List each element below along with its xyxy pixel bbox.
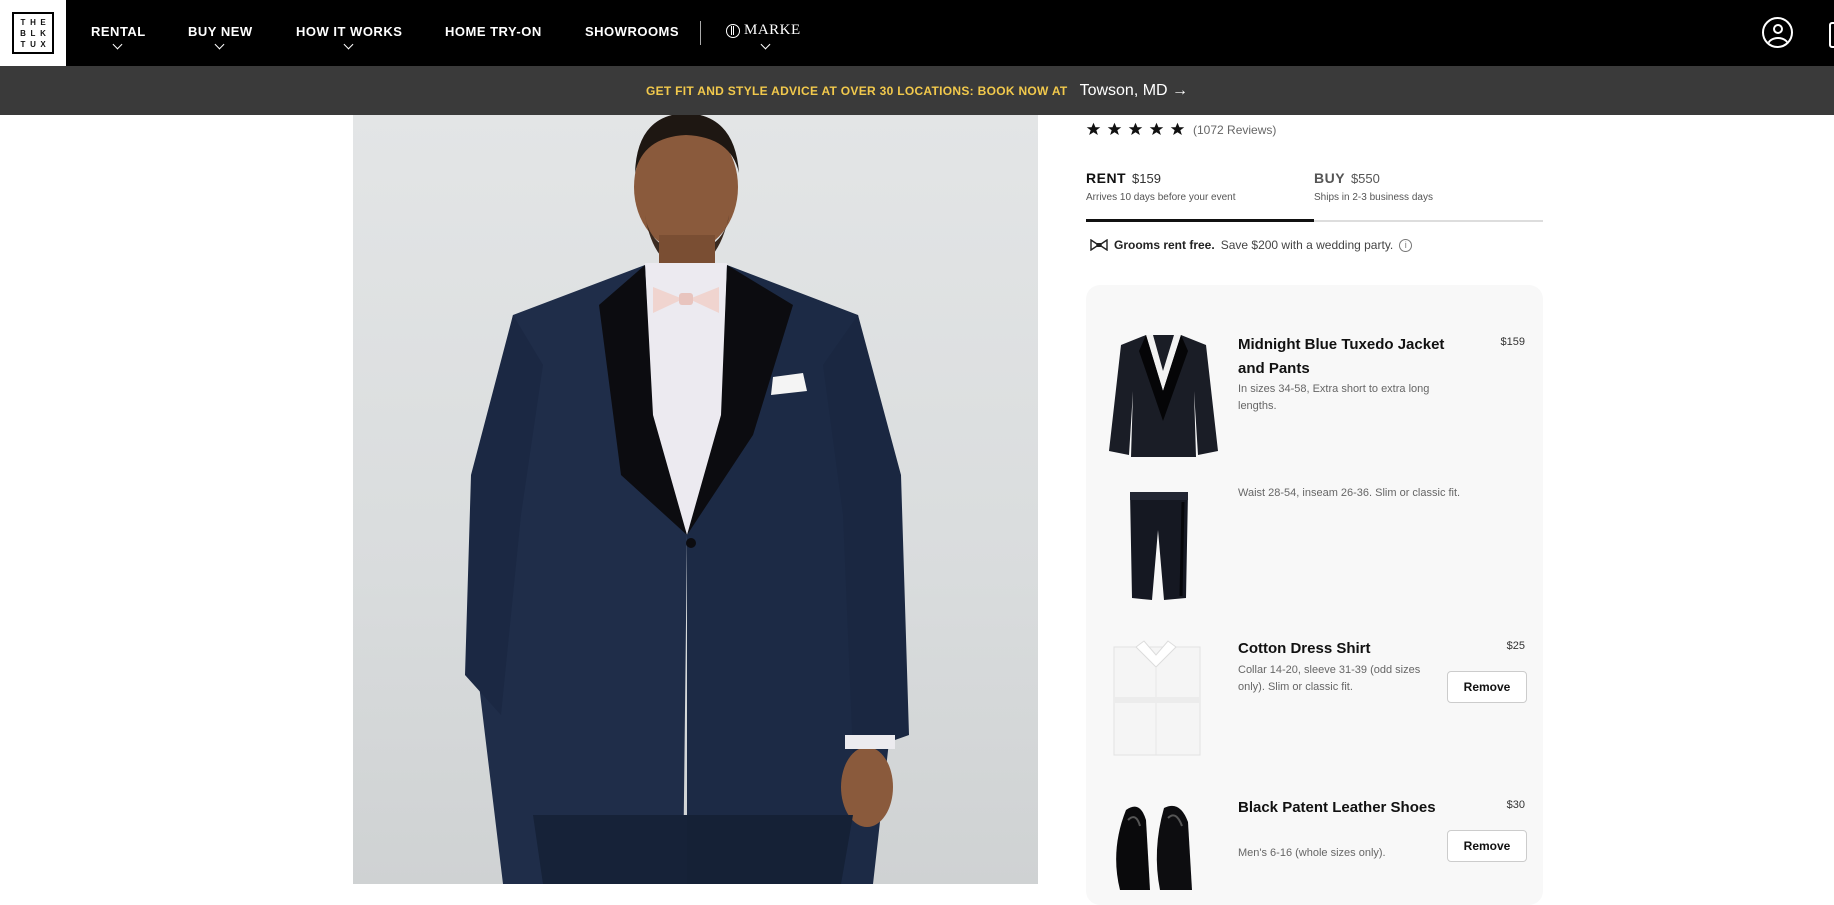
logo-letter: H: [30, 17, 36, 27]
star-icon: [1149, 122, 1164, 136]
nav-how-it-works[interactable]: HOW IT WORKS: [296, 24, 403, 50]
remove-shoes-button[interactable]: Remove: [1447, 830, 1527, 862]
bowtie-icon: [1090, 239, 1108, 251]
chevron-down-icon: [343, 39, 354, 50]
nav-marke-label: MARKE: [744, 22, 801, 38]
tab-buy[interactable]: BUY $550 Ships in 2-3 business days: [1314, 170, 1543, 222]
star-icon: [1128, 122, 1143, 136]
nav-buy-new[interactable]: BUY NEW: [188, 24, 253, 50]
tab-rent-label: RENT: [1086, 170, 1127, 186]
item-name: Black Patent Leather Shoes: [1238, 799, 1436, 816]
chevron-down-icon: [112, 39, 123, 50]
item-name: Midnight Blue Tuxedo Jacket and Pants: [1238, 336, 1445, 377]
item-price: $159: [1500, 336, 1525, 348]
grooms-detail-text: Save $200 with a wedding party.: [1220, 238, 1394, 252]
nav-home-try-on[interactable]: HOME TRY-ON: [445, 24, 542, 39]
nav-rental-label: RENTAL: [91, 24, 146, 39]
product-rating: (1072 Reviews): [1086, 122, 1276, 137]
grooms-rent-free-note: Grooms rent free. Save $200 with a weddi…: [1090, 238, 1413, 252]
top-navigation: T H E B L K T U X RENTAL BUY NEW HOW IT …: [0, 0, 1834, 66]
tab-rent-price: $159: [1132, 171, 1161, 186]
reviews-link[interactable]: (1072 Reviews): [1193, 123, 1276, 137]
patent-leather-shoes-image: [1116, 805, 1192, 890]
account-icon[interactable]: [1762, 17, 1793, 48]
item-description: In sizes 34-58, Extra short to extra lon…: [1238, 383, 1430, 412]
star-icon: [1170, 122, 1185, 136]
star-icon: [1086, 122, 1101, 136]
remove-shirt-button[interactable]: Remove: [1447, 671, 1527, 703]
promo-location-link[interactable]: Towson, MD →: [1080, 82, 1188, 100]
nav-buy-new-label: BUY NEW: [188, 24, 253, 39]
logo-letter: E: [40, 17, 46, 27]
dress-shirt-image: [1113, 640, 1201, 756]
purchase-option-tabs: RENT $159 Arrives 10 days before your ev…: [1086, 170, 1543, 222]
logo-letter: K: [40, 28, 46, 38]
model-in-tuxedo-image: [465, 115, 909, 884]
nav-showrooms-label: SHOWROOMS: [585, 24, 680, 39]
tuxedo-pants-image: [1130, 492, 1188, 600]
tab-rent[interactable]: RENT $159 Arrives 10 days before your ev…: [1086, 170, 1314, 222]
logo-letter: T: [20, 17, 26, 27]
tuxedo-jacket-image: [1109, 335, 1218, 457]
promo-banner[interactable]: GET FIT AND STYLE ADVICE AT OVER 30 LOCA…: [0, 66, 1834, 115]
product-hero-image: [353, 115, 1038, 884]
logo-letter: B: [20, 28, 26, 38]
tab-buy-label: BUY: [1314, 170, 1346, 186]
cart-icon[interactable]: [1829, 22, 1834, 48]
logo-letter: L: [30, 28, 36, 38]
item-name: Cotton Dress Shirt: [1238, 640, 1371, 657]
item-price: $25: [1506, 640, 1525, 652]
star-icon: [1107, 122, 1122, 136]
logo-letter: T: [20, 39, 26, 49]
nav-home-try-on-label: HOME TRY-ON: [445, 24, 542, 39]
item-price: $30: [1506, 799, 1525, 811]
logo-mark: T H E B L K T U X: [12, 12, 54, 54]
nav-divider: [700, 21, 701, 45]
tab-buy-subtitle: Ships in 2-3 business days: [1314, 192, 1433, 203]
info-icon[interactable]: i: [1399, 238, 1413, 252]
nav-marke[interactable]: MARKE: [726, 22, 801, 50]
promo-text: GET FIT AND STYLE ADVICE AT OVER 30 LOCA…: [645, 83, 1068, 98]
item-description: Collar 14-20, sleeve 31-39 (odd sizes on…: [1238, 664, 1421, 693]
tab-buy-price: $550: [1350, 171, 1380, 186]
marke-logo-icon: [726, 23, 740, 38]
nav-rental[interactable]: RENTAL: [91, 24, 146, 50]
the-black-tux-logo[interactable]: T H E B L K T U X: [0, 0, 66, 66]
chevron-down-icon: [214, 39, 225, 50]
grooms-bold-text: Grooms rent free.: [1114, 238, 1215, 252]
tab-rent-subtitle: Arrives 10 days before your event: [1086, 192, 1236, 203]
logo-letter: X: [40, 39, 46, 49]
nav-showrooms[interactable]: SHOWROOMS: [585, 24, 679, 39]
logo-letter: U: [30, 39, 36, 49]
account-body: [1767, 37, 1789, 46]
included-items-panel: Midnight Blue Tuxedo Jacket and Pants In…: [1086, 285, 1543, 905]
item-description: Waist 28-54, inseam 26-36. Slim or class…: [1238, 487, 1461, 499]
chevron-down-icon: [760, 39, 771, 50]
account-head: [1773, 24, 1783, 34]
item-description: Men's 6-16 (whole sizes only).: [1238, 847, 1386, 859]
nav-how-it-works-label: HOW IT WORKS: [296, 24, 403, 39]
